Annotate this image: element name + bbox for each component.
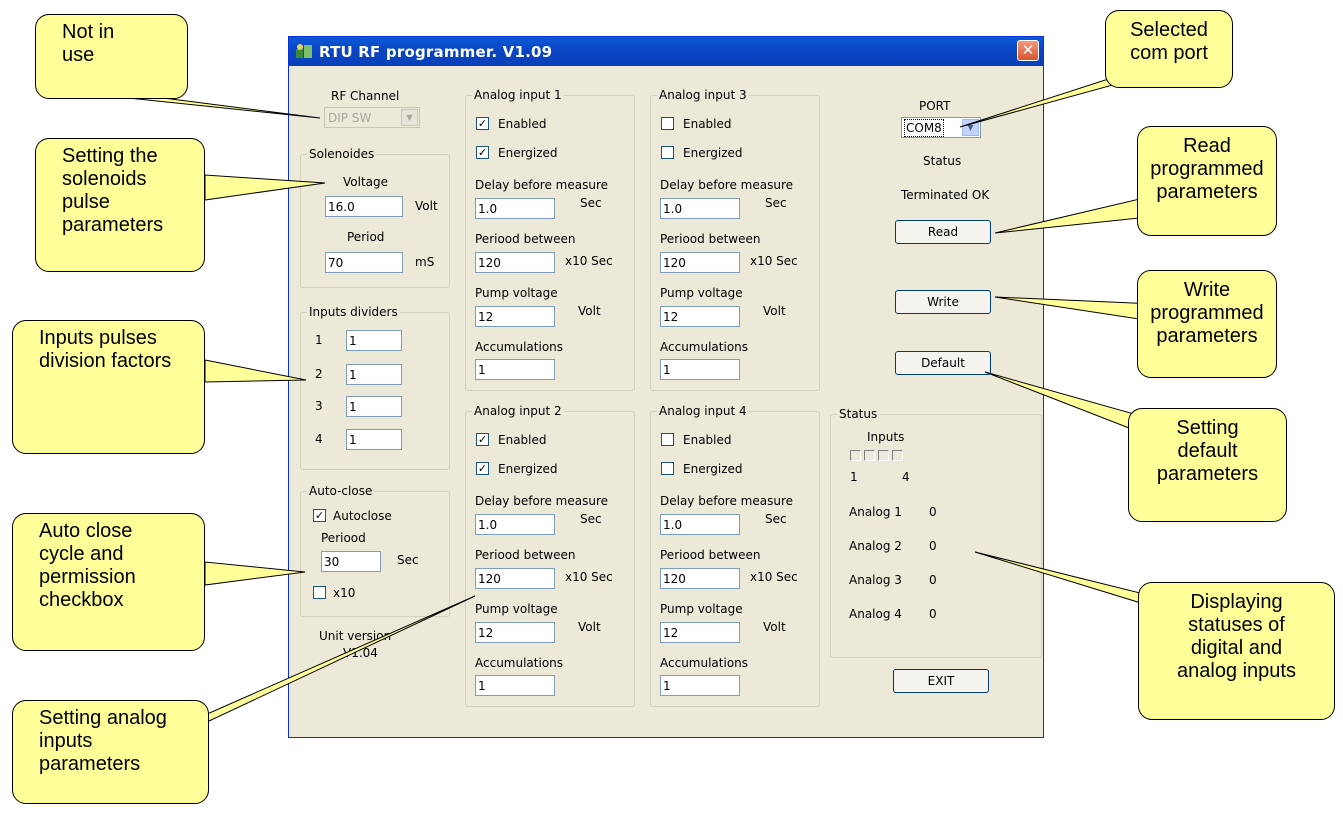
callout-com-port: Selected com port bbox=[1105, 10, 1233, 88]
callout-default: Setting default parameters bbox=[1128, 408, 1287, 522]
callout-auto-close-text: Auto close cycle and permission checkbox bbox=[39, 520, 136, 611]
callout-statuses-text: Displaying statuses of digital and analo… bbox=[1177, 591, 1296, 682]
callout-auto-close: Auto close cycle and permission checkbox bbox=[12, 513, 205, 651]
callout-analog-text: Setting analog inputs parameters bbox=[39, 707, 167, 775]
callout-statuses: Displaying statuses of digital and analo… bbox=[1138, 582, 1335, 720]
callout-not-in-use: Not in use bbox=[35, 14, 188, 99]
callout-inputs-pulses: Inputs pulses division factors bbox=[12, 320, 205, 454]
callout-analog: Setting analog inputs parameters bbox=[12, 700, 209, 804]
callout-write-text: Write programmed parameters bbox=[1150, 279, 1264, 347]
callout-read-text: Read programmed parameters bbox=[1150, 135, 1264, 203]
pointer-auto-close bbox=[204, 561, 306, 586]
callout-read: Read programmed parameters bbox=[1137, 126, 1277, 236]
callout-solenoids: Setting the solenoids pulse parameters bbox=[35, 138, 205, 272]
pointer-solenoids bbox=[204, 174, 326, 201]
callout-inputs-pulses-text: Inputs pulses division factors bbox=[39, 327, 172, 372]
pointer-inputs-pulses bbox=[204, 359, 307, 383]
callout-default-text: Setting default parameters bbox=[1156, 417, 1259, 485]
callout-solenoids-text: Setting the solenoids pulse parameters bbox=[62, 145, 164, 236]
callout-not-in-use-text: Not in use bbox=[62, 21, 115, 66]
callout-com-port-text: Selected com port bbox=[1130, 19, 1208, 64]
callout-write: Write programmed parameters bbox=[1137, 270, 1277, 378]
